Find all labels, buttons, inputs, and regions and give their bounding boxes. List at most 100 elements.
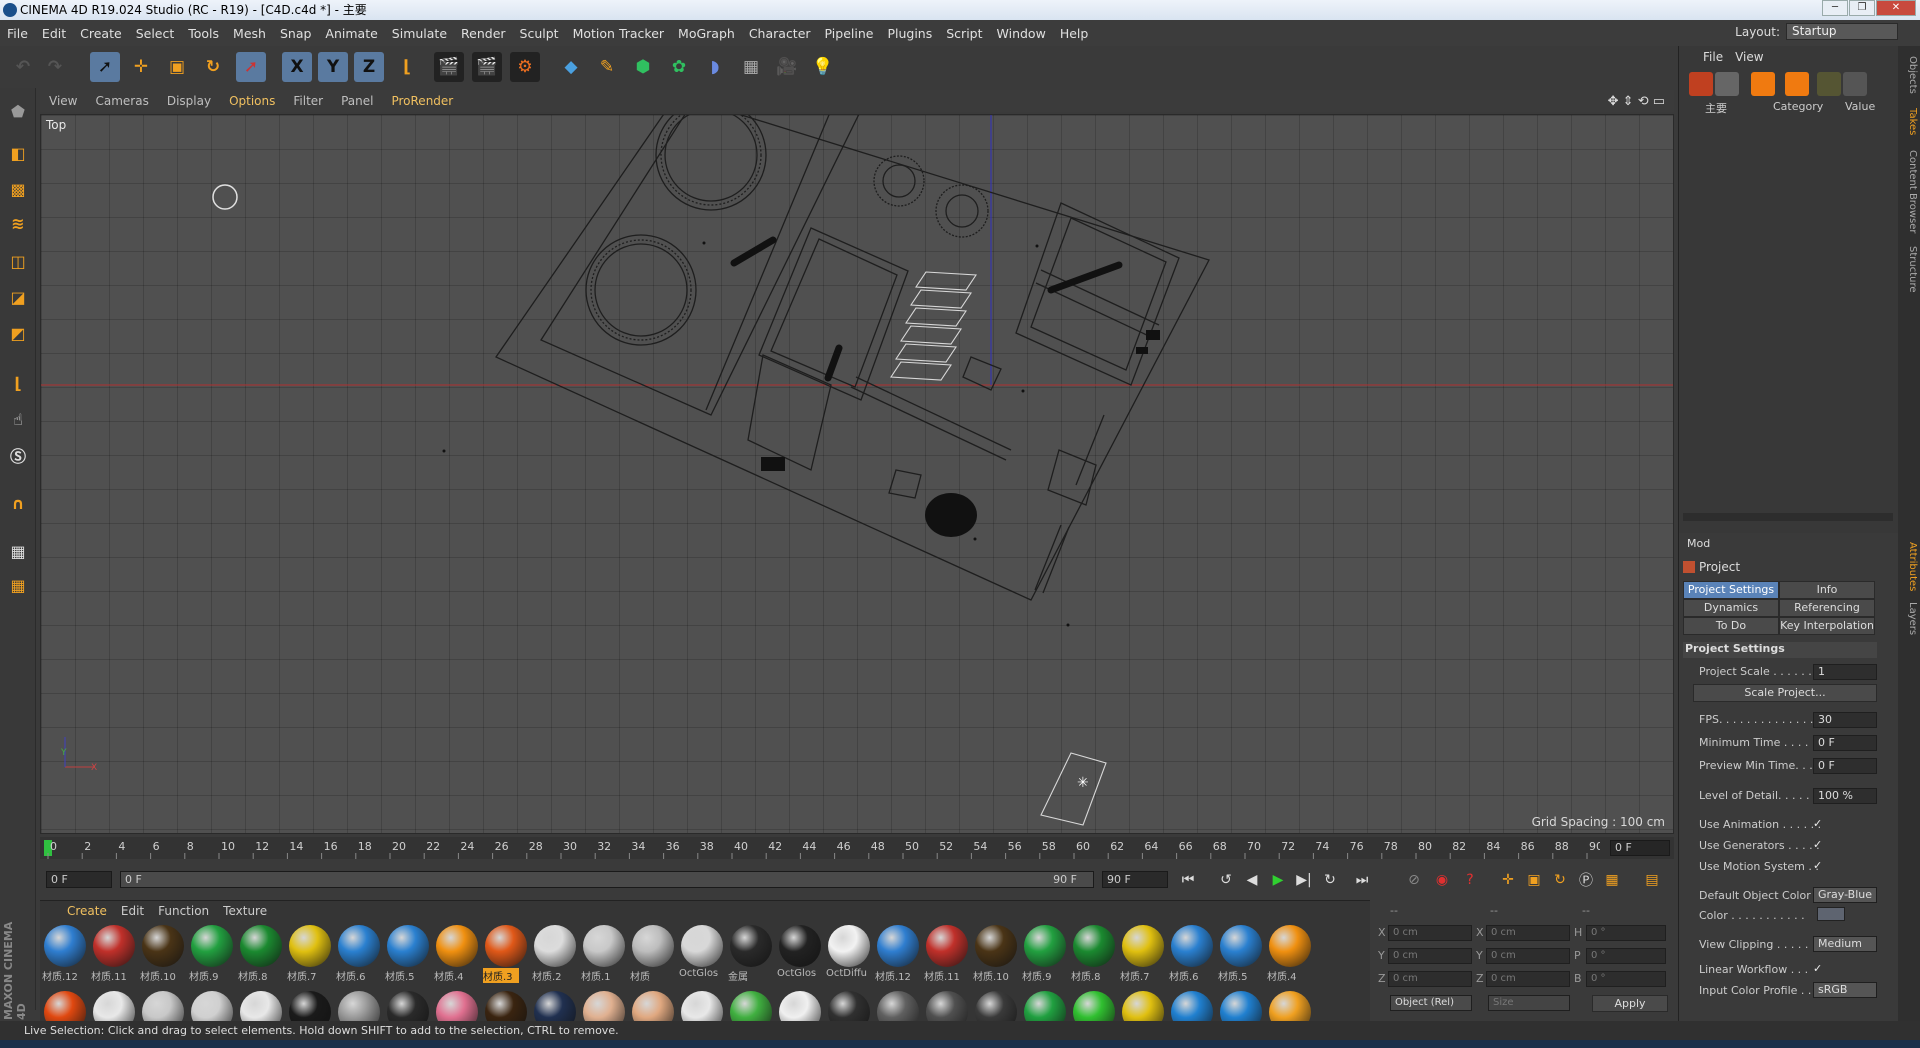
edges-mode-icon[interactable]: ◪ (3, 282, 33, 312)
menu-character[interactable]: Character (742, 26, 818, 41)
new-take-icon[interactable] (1689, 72, 1713, 96)
material-swatch[interactable] (777, 991, 823, 1025)
undo-icon[interactable]: ↶ (8, 52, 38, 82)
material-swatch[interactable]: 材质.4 (1267, 925, 1313, 983)
subdivision-icon[interactable]: ⬢ (628, 52, 658, 82)
material-swatch[interactable]: 材质.11 (924, 925, 970, 983)
play-forward-icon[interactable]: ▶ (1266, 868, 1290, 892)
viewport-menu-view[interactable]: View (40, 94, 86, 108)
material-swatch[interactable] (336, 991, 382, 1025)
key-scale-icon[interactable]: ▣ (1522, 868, 1546, 892)
take-override-icon[interactable] (1715, 72, 1739, 96)
material-swatch[interactable] (238, 991, 284, 1025)
material-swatch[interactable]: 材质.9 (1022, 925, 1068, 983)
close-icon[interactable]: ✕ (1876, 0, 1916, 16)
go-to-start-icon[interactable]: ⏮ (1176, 868, 1200, 892)
material-swatch[interactable] (581, 991, 627, 1025)
material-swatch[interactable]: 材质.7 (287, 925, 333, 983)
material-swatch[interactable] (385, 991, 431, 1025)
timeline-window-icon[interactable]: ▤ (1640, 868, 1664, 892)
side-tab-layers[interactable]: Layers (1900, 602, 1918, 635)
material-swatch[interactable] (483, 991, 529, 1025)
material-swatch[interactable] (1169, 991, 1215, 1025)
viewport-menu-panel[interactable]: Panel (332, 94, 382, 108)
tab-project-settings[interactable]: Project Settings (1683, 581, 1779, 599)
take-render-icon[interactable] (1817, 72, 1841, 96)
material-menu-function[interactable]: Function (151, 904, 216, 918)
material-swatch[interactable] (287, 991, 333, 1025)
move-icon[interactable]: ✛ (126, 52, 156, 82)
viewport-menu-cameras[interactable]: Cameras (86, 94, 157, 108)
z-axis-lock-button[interactable]: Z (354, 52, 384, 82)
material-swatch[interactable]: 材质.3 (483, 925, 529, 983)
menu-mesh[interactable]: Mesh (226, 26, 273, 41)
coordinate-mode-dropdown[interactable]: Object (Rel) (1390, 995, 1472, 1011)
scale-project-button[interactable]: Scale Project... (1693, 684, 1877, 702)
menu-motion-tracker[interactable]: Motion Tracker (566, 26, 671, 41)
axis-mode-icon[interactable]: ⌊ (3, 368, 33, 398)
viewport-navigation-icons[interactable]: ✥ ⇕ ⟲ ▭ (1599, 94, 1674, 109)
material-swatch[interactable] (679, 991, 725, 1025)
floor-icon[interactable]: ▦ (736, 52, 766, 82)
viewport-menu-options[interactable]: Options (220, 94, 284, 108)
material-swatch[interactable] (875, 991, 921, 1025)
material-swatch[interactable] (728, 991, 774, 1025)
snap-icon[interactable]: ∩ (3, 488, 33, 518)
takes-menu-file[interactable]: File (1697, 50, 1729, 64)
material-swatch[interactable]: 材质.10 (140, 925, 186, 983)
menu-sculpt[interactable]: Sculpt (513, 26, 566, 41)
material-swatch[interactable]: 材质.12 (875, 925, 921, 983)
size-z-field[interactable]: 0 cm (1486, 971, 1570, 987)
material-swatch[interactable]: OctGlos (679, 925, 725, 981)
live-selection-icon[interactable]: ➚ (90, 52, 120, 82)
menu-help[interactable]: Help (1053, 26, 1096, 41)
attributes-mode-menu[interactable]: Mod (1687, 537, 1710, 550)
menu-pipeline[interactable]: Pipeline (818, 26, 881, 41)
color-swatch[interactable] (1817, 907, 1845, 921)
material-swatch[interactable] (924, 991, 970, 1025)
take-lock-icon[interactable] (1843, 72, 1867, 96)
material-swatch[interactable] (1071, 991, 1117, 1025)
material-swatch[interactable] (1267, 991, 1313, 1025)
material-menu-edit[interactable]: Edit (114, 904, 151, 918)
autokey-icon[interactable]: ⊘ (1402, 868, 1426, 892)
material-swatch[interactable]: 材质.5 (385, 925, 431, 983)
redo-icon[interactable]: ↷ (40, 52, 70, 82)
override-group-icon[interactable] (1785, 72, 1809, 96)
rotate-icon[interactable]: ↻ (198, 52, 228, 82)
render-settings-icon[interactable]: ⚙ (510, 52, 540, 82)
side-tab-content-browser[interactable]: Content Browser (1900, 150, 1918, 233)
key-rotation-icon[interactable]: ↻ (1548, 868, 1572, 892)
lock-workplane-icon[interactable]: ▦ (3, 536, 33, 566)
tab-referencing[interactable]: Referencing (1779, 599, 1875, 617)
texture-mode-icon[interactable]: ▩ (3, 174, 33, 204)
takes-scrollbar[interactable] (1683, 513, 1893, 521)
material-swatch[interactable]: 材质.7 (1120, 925, 1166, 983)
input-color-profile-dropdown[interactable]: sRGB (1813, 982, 1877, 998)
rotation-p-field[interactable]: 0 ° (1586, 948, 1666, 964)
x-axis-lock-button[interactable]: X (282, 52, 312, 82)
material-swatch[interactable] (973, 991, 1019, 1025)
tab-to-do[interactable]: To Do (1683, 617, 1779, 635)
autokeying-icon[interactable]: ? (1458, 868, 1482, 892)
scale-icon[interactable]: ▣ (162, 52, 192, 82)
material-swatch[interactable]: 材质.8 (1071, 925, 1117, 983)
material-swatch[interactable]: 材质.10 (973, 925, 1019, 983)
camera-icon[interactable]: 🎥 (772, 52, 802, 82)
menu-file[interactable]: File (0, 26, 35, 41)
3d-viewport[interactable]: ✳ Y X Top Grid Spacing : 100 cm (40, 114, 1674, 834)
menu-select[interactable]: Select (129, 26, 182, 41)
coordinate-system-icon[interactable]: ⌊ (392, 52, 422, 82)
material-swatch[interactable] (42, 991, 88, 1025)
workplane-mode-icon[interactable]: ≋ (3, 208, 33, 238)
material-swatch[interactable]: 材质.1 (581, 925, 627, 983)
current-frame-field[interactable]: 0 F (1610, 840, 1670, 856)
model-mode-icon[interactable]: ◧ (3, 138, 33, 168)
material-swatch[interactable]: 材质 (630, 925, 676, 983)
side-tab-objects[interactable]: Objects (1900, 56, 1918, 94)
material-swatch[interactable]: 材质.5 (1218, 925, 1264, 983)
material-swatch[interactable] (826, 991, 872, 1025)
material-swatch[interactable]: 材质.4 (434, 925, 480, 983)
size-y-field[interactable]: 0 cm (1486, 948, 1570, 964)
level-of-detail-field[interactable]: 100 % (1813, 788, 1877, 804)
